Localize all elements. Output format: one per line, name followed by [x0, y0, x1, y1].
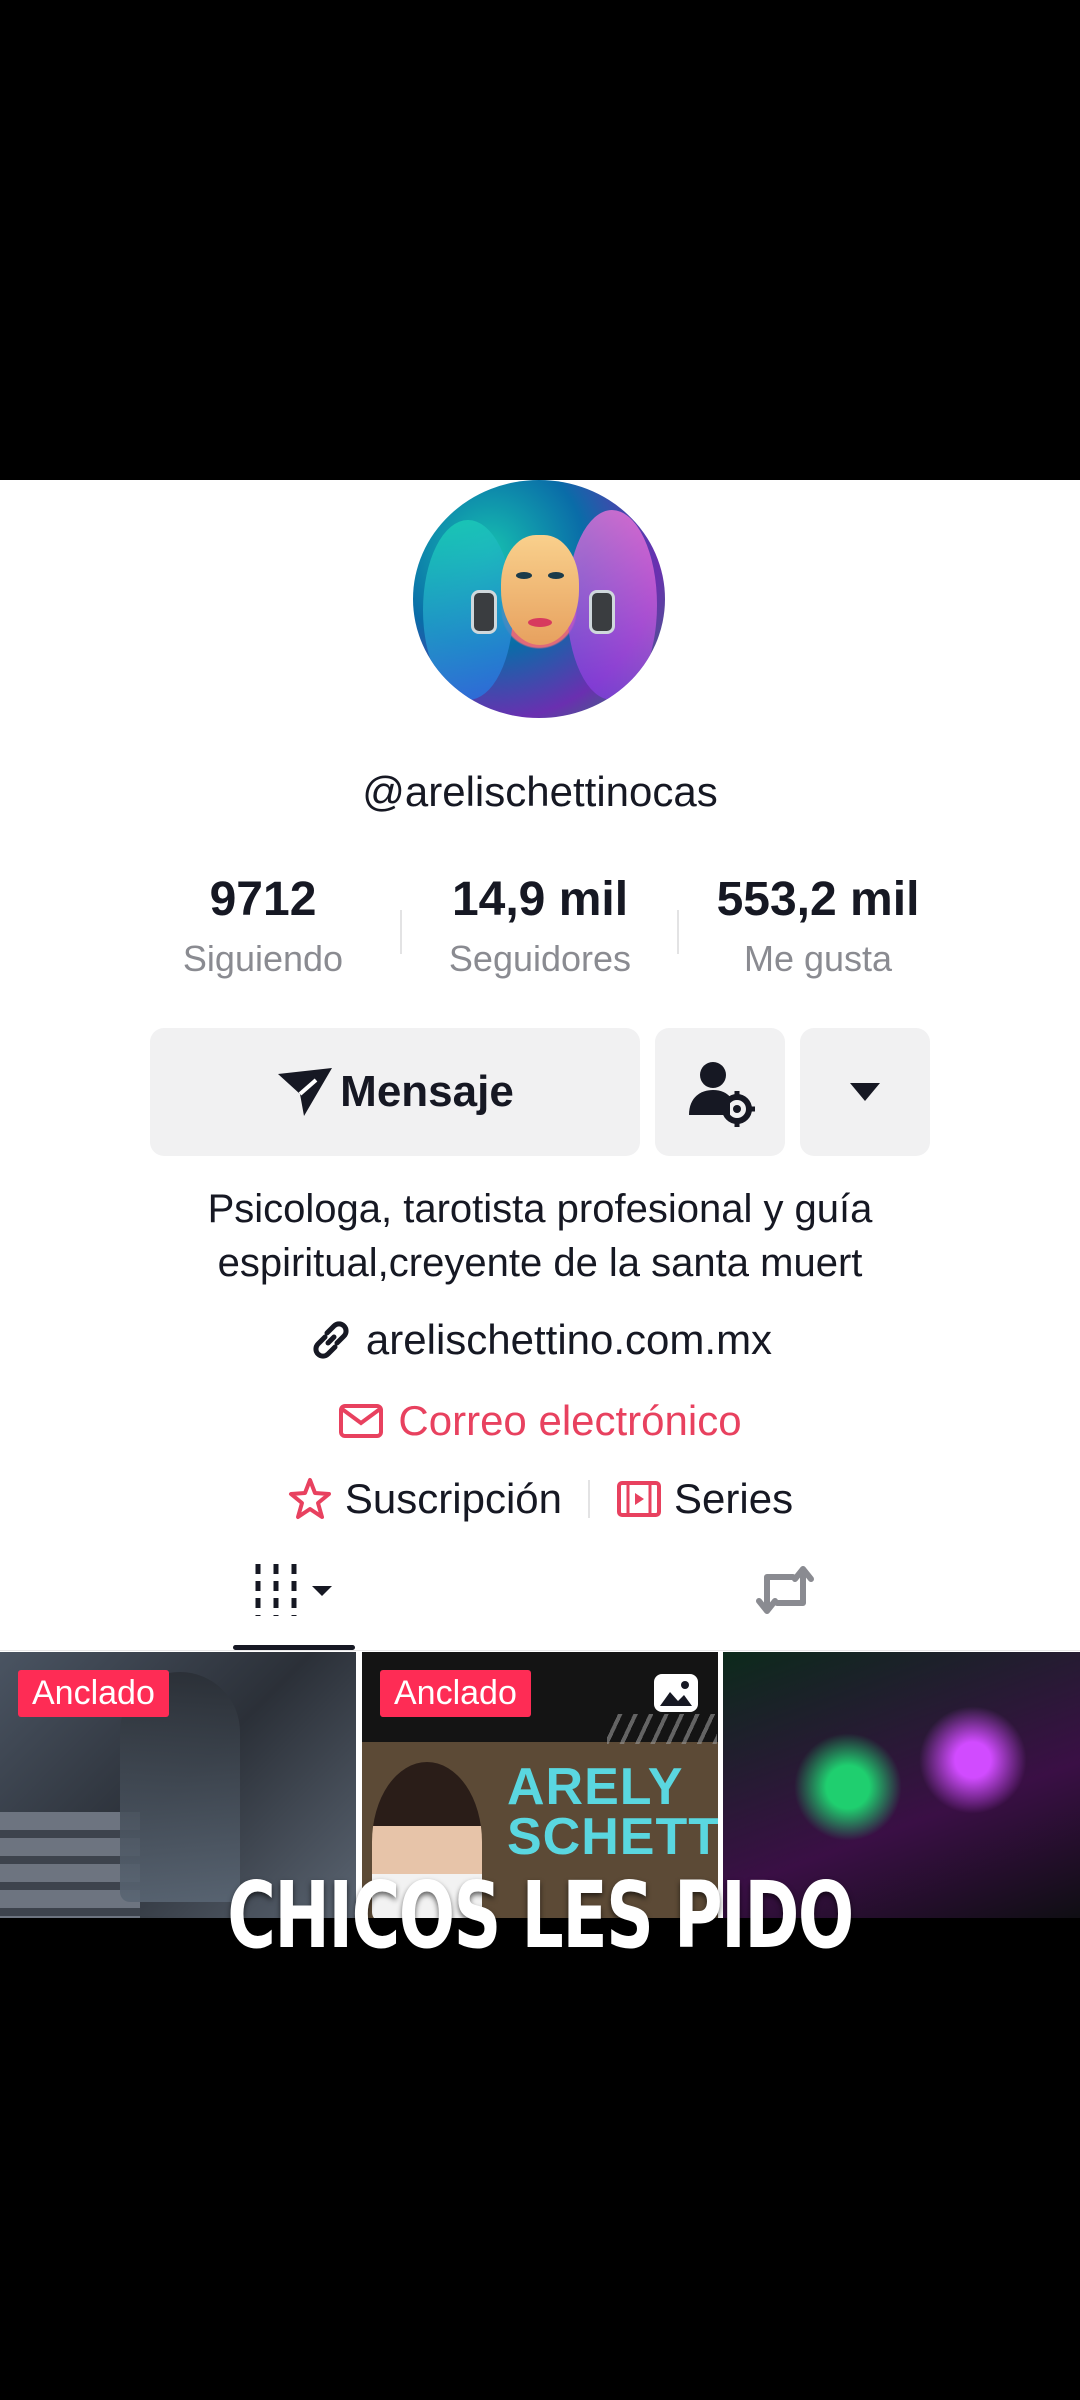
stat-likes-count: 553,2 mil — [716, 873, 920, 926]
avatar-face — [501, 535, 579, 645]
message-button-label: Mensaje — [340, 1067, 514, 1116]
subscription-link[interactable]: Suscripción — [287, 1475, 562, 1523]
envelope-icon — [339, 1404, 384, 1438]
stat-followers-count: 14,9 mil — [451, 873, 629, 926]
stat-following[interactable]: 9712 Siguiendo — [133, 872, 393, 980]
bottom-black-bar — [0, 1918, 1080, 2400]
avatar-headphone-right — [589, 590, 615, 634]
pinned-badge: Anclado — [380, 1670, 531, 1717]
subscription-label: Suscripción — [344, 1475, 563, 1522]
message-button[interactable]: Mensaje — [150, 1028, 640, 1156]
avatar-hair-left — [423, 520, 513, 700]
avatar-eye-left — [516, 572, 532, 579]
email-link-text: Correo electrónico — [398, 1397, 742, 1444]
grid-bars-icon — [255, 1564, 332, 1616]
tab-videos[interactable] — [230, 1550, 360, 1630]
email-link[interactable]: Correo electrónico — [0, 1397, 1080, 1445]
website-link[interactable]: arelischettino.com.mx — [0, 1316, 1080, 1364]
stat-divider — [677, 910, 679, 954]
caret-down-icon — [850, 1083, 880, 1101]
series-label: Series — [674, 1475, 794, 1522]
extras-row: Suscripción Series — [0, 1475, 1080, 1523]
stat-following-label: Siguiendo — [182, 938, 344, 979]
profile-panel: @arelischettinocas 9712 Siguiendo 14,9 m… — [0, 480, 1080, 1918]
series-link[interactable]: Series — [616, 1475, 793, 1523]
website-link-text: arelischettino.com.mx — [365, 1316, 773, 1363]
avatar-lips — [528, 618, 552, 627]
thumbnail-stairs — [0, 1812, 140, 1918]
profile-bio: Psicologa, tarotista profesional y guía … — [207, 1187, 873, 1285]
more-options-button[interactable] — [800, 1028, 930, 1156]
thumbnail-brand-text: ARELY SCHETTINO — [507, 1758, 718, 1866]
stat-likes-label: Me gusta — [743, 938, 893, 979]
profile-avatar[interactable] — [413, 480, 665, 718]
thumbnail-chevrons — [607, 1714, 717, 1744]
stat-divider — [400, 910, 402, 954]
send-icon — [278, 1068, 333, 1116]
user-settings-button[interactable] — [655, 1028, 785, 1156]
repost-icon — [756, 1566, 814, 1614]
subscription-star-icon — [288, 1478, 331, 1519]
avatar-headphone-left — [471, 590, 497, 634]
avatar-eye-right — [548, 572, 564, 579]
stat-followers-label: Seguidores — [448, 938, 632, 979]
tab-reposts[interactable] — [720, 1550, 850, 1630]
video-caption: CHICOS LES PIDO — [227, 1862, 854, 1969]
top-black-bar — [0, 0, 1080, 480]
stat-likes[interactable]: 553,2 mil Me gusta — [688, 872, 948, 980]
stat-following-count: 9712 — [209, 873, 317, 926]
film-icon — [617, 1481, 662, 1517]
stat-followers[interactable]: 14,9 mil Seguidores — [410, 872, 670, 980]
link-icon — [313, 1321, 349, 1359]
profile-username: @arelischettinocas — [362, 768, 718, 815]
tab-bar-divider — [0, 1650, 1080, 1651]
user-gear-icon — [689, 1062, 755, 1127]
extras-divider — [588, 1480, 591, 1518]
photo-icon — [654, 1674, 698, 1712]
pinned-badge: Anclado — [18, 1670, 169, 1717]
